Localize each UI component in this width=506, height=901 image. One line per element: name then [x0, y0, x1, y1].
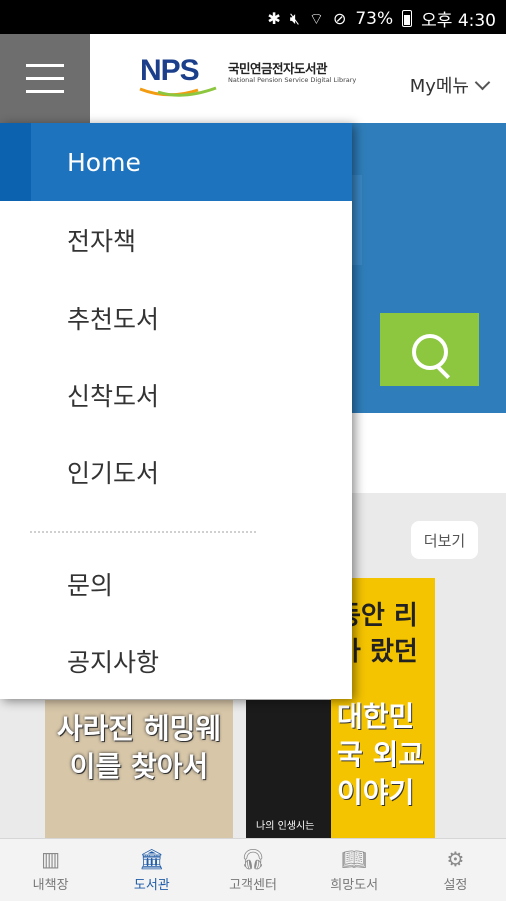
book-subtitle: 나의 인생시는: [256, 821, 315, 832]
mute-icon: 🔇︎: [289, 8, 300, 28]
status-bar: ✱ 🔇︎ ⌔ ⊘ 73% 오후 4:30: [0, 0, 506, 34]
drawer-item-label: 전자책: [67, 227, 137, 256]
drawer-item-label: 공지사항: [67, 648, 160, 677]
nav-item-support[interactable]: 🎧︎ 고객센터: [202, 839, 303, 901]
search-icon: [412, 334, 448, 370]
book-cover[interactable]: 사라진 헤밍웨이를 찾아서: [45, 700, 233, 838]
drawer-item-label: 추천도서: [67, 305, 160, 334]
logo-title: 국민연금전자도서관: [228, 61, 328, 76]
bottom-navigation: ▥ 내책장 🏛︎ 도서관 🎧︎ 고객센터 📖︎ 희망도서 ⚙ 설정: [0, 838, 506, 901]
menu-bar-icon: [26, 64, 64, 67]
logo-subtitle: National Pension Service Digital Library: [228, 76, 357, 84]
clock: 오후 4:30: [421, 11, 496, 31]
nav-item-wish-book[interactable]: 📖︎ 희망도서: [304, 839, 405, 901]
drawer-item-inquiry[interactable]: 문의: [0, 545, 352, 623]
drawer-item-new-arrivals[interactable]: 신착도서: [0, 356, 352, 434]
drawer-item-recommended[interactable]: 추천도서: [0, 279, 352, 357]
drawer-item-popular[interactable]: 인기도서: [0, 433, 352, 511]
drawer-item-notices[interactable]: 공지사항: [0, 622, 352, 700]
drawer-item-label: 인기도서: [67, 459, 160, 488]
menu-bar-icon: [26, 90, 64, 93]
drawer-item-label: 문의: [67, 571, 114, 600]
nav-item-bookshelf[interactable]: ▥ 내책장: [0, 839, 101, 901]
nav-label: 설정: [443, 877, 468, 893]
app-header: NPS 국민연금전자도서관 National Pension Service D…: [0, 34, 506, 123]
battery-icon: [402, 10, 413, 27]
bookshelf-icon: ▥: [41, 846, 61, 871]
book-title: 사라진 헤밍웨이를 찾아서: [56, 712, 222, 783]
wish-book-icon: 📖︎: [341, 846, 367, 871]
nav-label: 고객센터: [229, 877, 277, 893]
my-menu-label: My메뉴: [409, 76, 469, 97]
nav-label: 도서관: [133, 877, 170, 893]
battery-percent: 73%: [355, 8, 394, 29]
bluetooth-icon: ✱: [267, 8, 281, 28]
wifi-icon: ⌔: [308, 8, 324, 28]
nps-library-logo[interactable]: NPS 국민연금전자도서관 National Pension Service D…: [139, 54, 370, 98]
drawer-item-label: 신착도서: [67, 382, 160, 411]
drawer-item-label: Home: [67, 147, 141, 177]
nav-label: 희망도서: [330, 877, 379, 893]
hamburger-menu-button[interactable]: [0, 34, 90, 123]
book-title: 대한민국 외교 이야기: [337, 700, 425, 809]
logo-mark: NPS: [140, 54, 200, 87]
nav-item-library[interactable]: 🏛︎ 도서관: [101, 839, 202, 901]
book-cover[interactable]: 나의 인생시는: [246, 700, 331, 838]
library-icon: 🏛︎: [139, 846, 165, 871]
my-menu-dropdown[interactable]: My메뉴: [409, 72, 491, 98]
chevron-down-icon: [474, 74, 491, 91]
nav-item-settings[interactable]: ⚙ 설정: [405, 839, 506, 901]
drawer-item-ebook[interactable]: 전자책: [0, 201, 352, 279]
navigation-drawer: Home 전자책 추천도서 신착도서 인기도서 문의 공지사항: [0, 123, 352, 699]
hero-panel-edge: [352, 175, 362, 265]
drawer-divider: [30, 531, 256, 533]
drawer-item-home[interactable]: Home: [0, 123, 352, 201]
more-button[interactable]: 더보기: [411, 521, 478, 559]
logo-swoosh-icon: [139, 86, 217, 97]
gear-icon: ⚙: [446, 846, 465, 871]
menu-bar-icon: [26, 77, 64, 80]
do-not-disturb-icon: ⊘: [332, 8, 347, 28]
nav-label: 내책장: [32, 877, 69, 893]
headset-icon: 🎧︎: [240, 846, 266, 871]
